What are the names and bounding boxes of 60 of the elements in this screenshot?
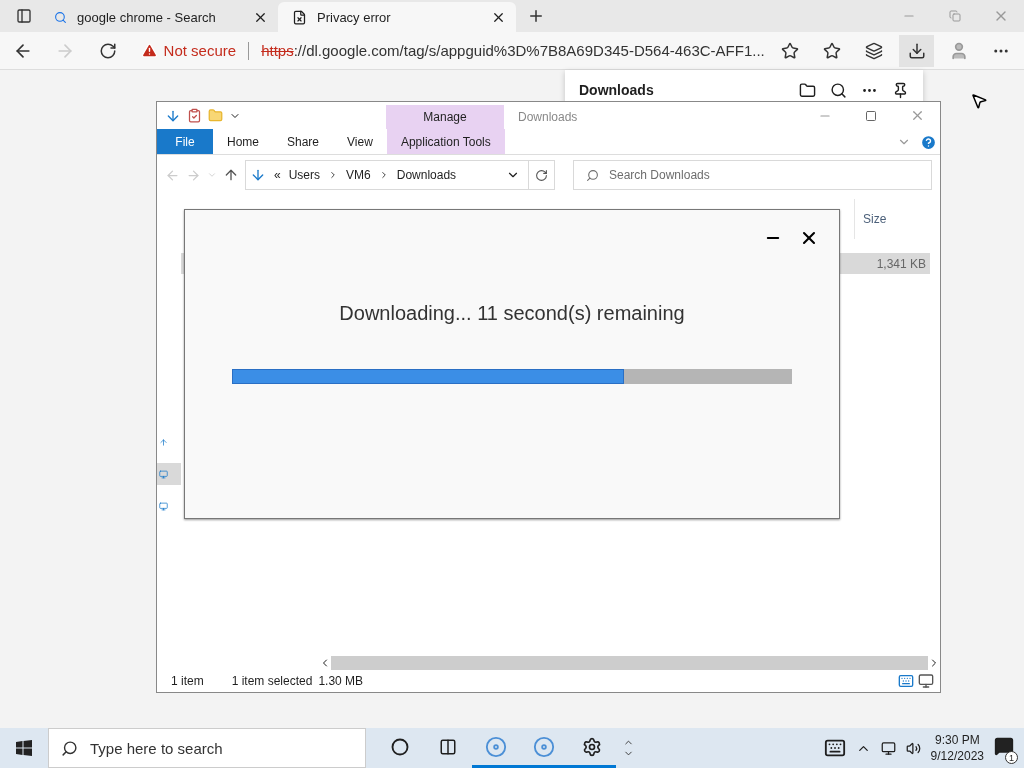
address-field[interactable]: « Users VM6 Downloads	[245, 160, 555, 190]
up-icon[interactable]	[223, 167, 239, 183]
status-text: 1 item	[171, 674, 204, 688]
breadcrumb[interactable]: Downloads	[396, 168, 457, 182]
maximize-icon[interactable]	[865, 109, 877, 122]
window-title: Downloads	[517, 109, 579, 126]
help-icon[interactable]	[919, 133, 937, 151]
search-icon	[61, 739, 78, 757]
search-field[interactable]: Search Downloads	[573, 160, 932, 190]
refresh-icon[interactable]	[98, 41, 117, 60]
ribbon-tab[interactable]: View	[333, 129, 387, 154]
large-icons-view-icon[interactable]	[918, 673, 934, 689]
cursor-icon	[970, 92, 988, 110]
ribbon-tab[interactable]: Application Tools	[386, 129, 505, 154]
document-error-icon	[292, 9, 307, 25]
circle-icon	[391, 737, 409, 756]
ribbon-tab[interactable]: Share	[273, 129, 334, 154]
context-tab-header: Manage	[386, 105, 504, 129]
volume-icon[interactable]	[905, 740, 921, 756]
search-icon	[586, 168, 599, 182]
favorites-icon[interactable]	[823, 41, 842, 60]
disc-icon	[533, 735, 555, 758]
settings-icon	[582, 736, 602, 757]
desktop-icon	[159, 501, 168, 511]
network-icon[interactable]	[880, 740, 896, 756]
windows-logo-icon[interactable]	[16, 740, 32, 756]
breadcrumb[interactable]: VM6	[346, 168, 371, 182]
browser-tab[interactable]: google chrome - Search	[40, 2, 278, 32]
path-overflow: «	[274, 168, 281, 182]
status-text: 1 item selected	[231, 674, 313, 688]
notification-count: 1	[1005, 751, 1018, 764]
status-text: 1.30 MB	[318, 674, 364, 688]
column-header[interactable]: Size	[854, 199, 940, 239]
folder-icon[interactable]	[799, 81, 816, 99]
add-favorite-icon[interactable]	[780, 41, 799, 60]
warning-icon	[140, 42, 158, 59]
ribbon-tab[interactable]: Home	[213, 129, 273, 154]
download-icon	[250, 167, 266, 183]
taskbar-search[interactable]: Type here to search	[48, 728, 366, 768]
properties-icon[interactable]	[187, 108, 202, 123]
search-icon[interactable]	[830, 81, 847, 99]
panel-title: Downloads	[579, 82, 655, 98]
size-cell-text: 1,341 KB	[876, 256, 927, 271]
disc-icon	[485, 735, 507, 758]
download-message: Downloading... 11 second(s) remaining	[339, 302, 685, 325]
tab-actions-icon[interactable]	[16, 8, 32, 24]
task-view-icon	[439, 737, 457, 756]
refresh-icon[interactable]	[535, 168, 548, 182]
ribbon-tab[interactable]: File	[157, 129, 213, 154]
download-icon[interactable]	[907, 41, 926, 60]
notifications-icon[interactable]	[994, 736, 1014, 756]
scrollbar-thumb[interactable]	[331, 656, 928, 670]
browser-tab[interactable]: Privacy error	[278, 2, 516, 32]
search-icon	[54, 10, 67, 24]
clock[interactable]: 9:30 PM 9/12/2023	[930, 732, 984, 764]
keyboard-icon[interactable]	[823, 737, 846, 759]
collections-icon[interactable]	[865, 41, 884, 60]
new-tab-icon[interactable]	[527, 7, 545, 25]
desktop-icon	[159, 469, 168, 479]
breadcrumb[interactable]: Users	[288, 168, 321, 182]
